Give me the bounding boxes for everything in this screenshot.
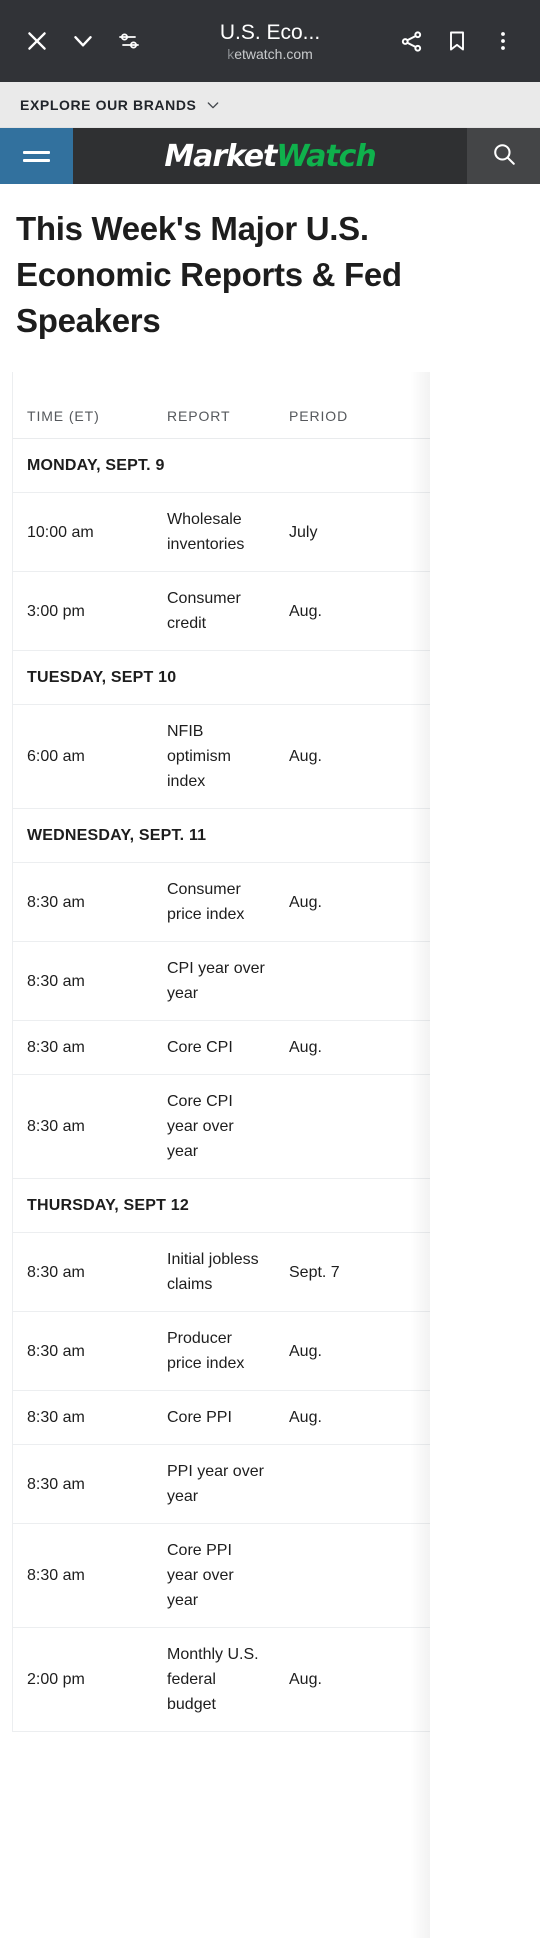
column-header-report: REPORT <box>153 372 275 439</box>
cell-time: 8:30 am <box>13 1020 153 1075</box>
day-header-row: TUESDAY, SEPT 10 <box>13 650 430 705</box>
economic-calendar[interactable]: TIME (ET) REPORT PERIOD ACTUAL MONDAY, S… <box>12 372 524 1938</box>
page-domain: ketwatch.com <box>227 45 313 63</box>
cell-period <box>275 1074 430 1179</box>
cell-report: PPI year over year <box>153 1444 275 1524</box>
table-row: 6:00 am NFIB optimism index Aug. <box>13 704 430 809</box>
cell-period <box>275 941 430 1021</box>
cell-report: Producer price index <box>153 1311 275 1391</box>
site-logo[interactable]: MarketWatch <box>73 128 467 184</box>
table-header-row: TIME (ET) REPORT PERIOD ACTUAL <box>13 372 430 439</box>
table-row: 2:00 pm Monthly U.S. federal budget Aug. <box>13 1627 430 1732</box>
table-row: 8:30 am CPI year over year <box>13 941 430 1021</box>
table-row: 8:30 am Initial jobless claims Sept. 7 <box>13 1232 430 1312</box>
day-header-label: THURSDAY, SEPT 12 <box>13 1178 430 1233</box>
cell-time: 8:30 am <box>13 1444 153 1524</box>
cell-report: CPI year over year <box>153 941 275 1021</box>
tune-icon[interactable] <box>106 18 152 64</box>
cell-report: Core PPI year over year <box>153 1523 275 1628</box>
column-header-time: TIME (ET) <box>13 372 153 439</box>
cell-time: 8:30 am <box>13 1232 153 1312</box>
cell-report: Core CPI year over year <box>153 1074 275 1179</box>
cell-time: 8:30 am <box>13 1390 153 1445</box>
chevron-down-icon[interactable] <box>60 18 106 64</box>
cell-time: 3:00 pm <box>13 571 153 651</box>
table-clip-mask <box>430 372 524 1938</box>
cell-period <box>275 1523 430 1628</box>
table-row: 8:30 am Core CPI Aug. <box>13 1020 430 1075</box>
cell-time: 8:30 am <box>13 862 153 942</box>
economic-calendar-table: TIME (ET) REPORT PERIOD ACTUAL MONDAY, S… <box>13 372 430 1732</box>
table-row: 8:30 am Core PPI Aug. <box>13 1390 430 1445</box>
bookmark-icon[interactable] <box>434 18 480 64</box>
cell-period: Aug. <box>275 1390 430 1445</box>
cell-time: 6:00 am <box>13 704 153 809</box>
cell-period: Aug. <box>275 1020 430 1075</box>
cell-report: Wholesale inventories <box>153 492 275 572</box>
table-body: MONDAY, SEPT. 9 10:00 am Wholesale invento… <box>13 438 430 1732</box>
chevron-down-icon[interactable] <box>205 97 221 113</box>
table-row: 8:30 am Core CPI year over year <box>13 1074 430 1179</box>
day-header-row: THURSDAY, SEPT 12 <box>13 1178 430 1233</box>
day-header-row: WEDNESDAY, SEPT. 11 <box>13 808 430 863</box>
table-row: 10:00 am Wholesale inventories July <box>13 492 430 572</box>
explore-brands-label: EXPLORE OUR BRANDS <box>20 96 197 113</box>
day-header-label: WEDNESDAY, SEPT. 11 <box>13 808 430 863</box>
hamburger-icon <box>23 146 50 167</box>
cell-period: Aug. <box>275 862 430 942</box>
table-header: TIME (ET) REPORT PERIOD ACTUAL <box>13 372 430 439</box>
cell-period: Aug. <box>275 704 430 809</box>
site-header: MarketWatch <box>0 128 540 184</box>
day-header-row: MONDAY, SEPT. 9 <box>13 438 430 493</box>
search-button[interactable] <box>467 128 540 184</box>
cell-period: Aug. <box>275 571 430 651</box>
share-icon[interactable] <box>388 18 434 64</box>
page-title: This Week's Major U.S. Economic Reports … <box>16 210 402 339</box>
cell-report: Core PPI <box>153 1390 275 1445</box>
cell-time: 10:00 am <box>13 492 153 572</box>
cell-time: 8:30 am <box>13 1074 153 1179</box>
table-row: 8:30 am Producer price index Aug. <box>13 1311 430 1391</box>
hamburger-menu-button[interactable] <box>0 128 73 184</box>
logo-market: Market <box>164 138 277 174</box>
day-header-label: MONDAY, SEPT. 9 <box>13 438 430 493</box>
table-row: 8:30 am Consumer price index Aug. <box>13 862 430 942</box>
address-bar[interactable]: U.S. Eco... ketwatch.com <box>152 20 388 63</box>
cell-time: 8:30 am <box>13 941 153 1021</box>
more-vertical-icon[interactable] <box>480 18 526 64</box>
cell-report: Initial jobless claims <box>153 1232 275 1312</box>
cell-report: Consumer price index <box>153 862 275 942</box>
logo-watch: Watch <box>276 138 376 174</box>
cell-report: Consumer credit <box>153 571 275 651</box>
close-icon[interactable] <box>14 18 60 64</box>
cell-report: NFIB optimism index <box>153 704 275 809</box>
cell-period: Aug. <box>275 1627 430 1732</box>
cell-period: Sept. 7 <box>275 1232 430 1312</box>
browser-toolbar: U.S. Eco... ketwatch.com <box>0 0 540 82</box>
cell-period: July <box>275 492 430 572</box>
cell-time: 8:30 am <box>13 1311 153 1391</box>
cell-period: Aug. <box>275 1311 430 1391</box>
domain-rest: etwatch.com <box>234 45 313 62</box>
search-icon <box>491 141 517 172</box>
cell-time: 8:30 am <box>13 1523 153 1628</box>
cell-time: 2:00 pm <box>13 1627 153 1732</box>
explore-brands-bar[interactable]: EXPLORE OUR BRANDS <box>0 82 540 128</box>
table-viewport[interactable]: TIME (ET) REPORT PERIOD ACTUAL MONDAY, S… <box>12 372 430 1732</box>
cell-period <box>275 1444 430 1524</box>
day-header-label: TUESDAY, SEPT 10 <box>13 650 430 705</box>
cell-report: Monthly U.S. federal budget <box>153 1627 275 1732</box>
cell-report: Core CPI <box>153 1020 275 1075</box>
table-row: 8:30 am Core PPI year over year <box>13 1523 430 1628</box>
table-row: 3:00 pm Consumer credit Aug. <box>13 571 430 651</box>
column-header-period: PERIOD <box>275 372 430 439</box>
table-row: 8:30 am PPI year over year <box>13 1444 430 1524</box>
page-title-chrome: U.S. Eco... <box>219 20 321 44</box>
